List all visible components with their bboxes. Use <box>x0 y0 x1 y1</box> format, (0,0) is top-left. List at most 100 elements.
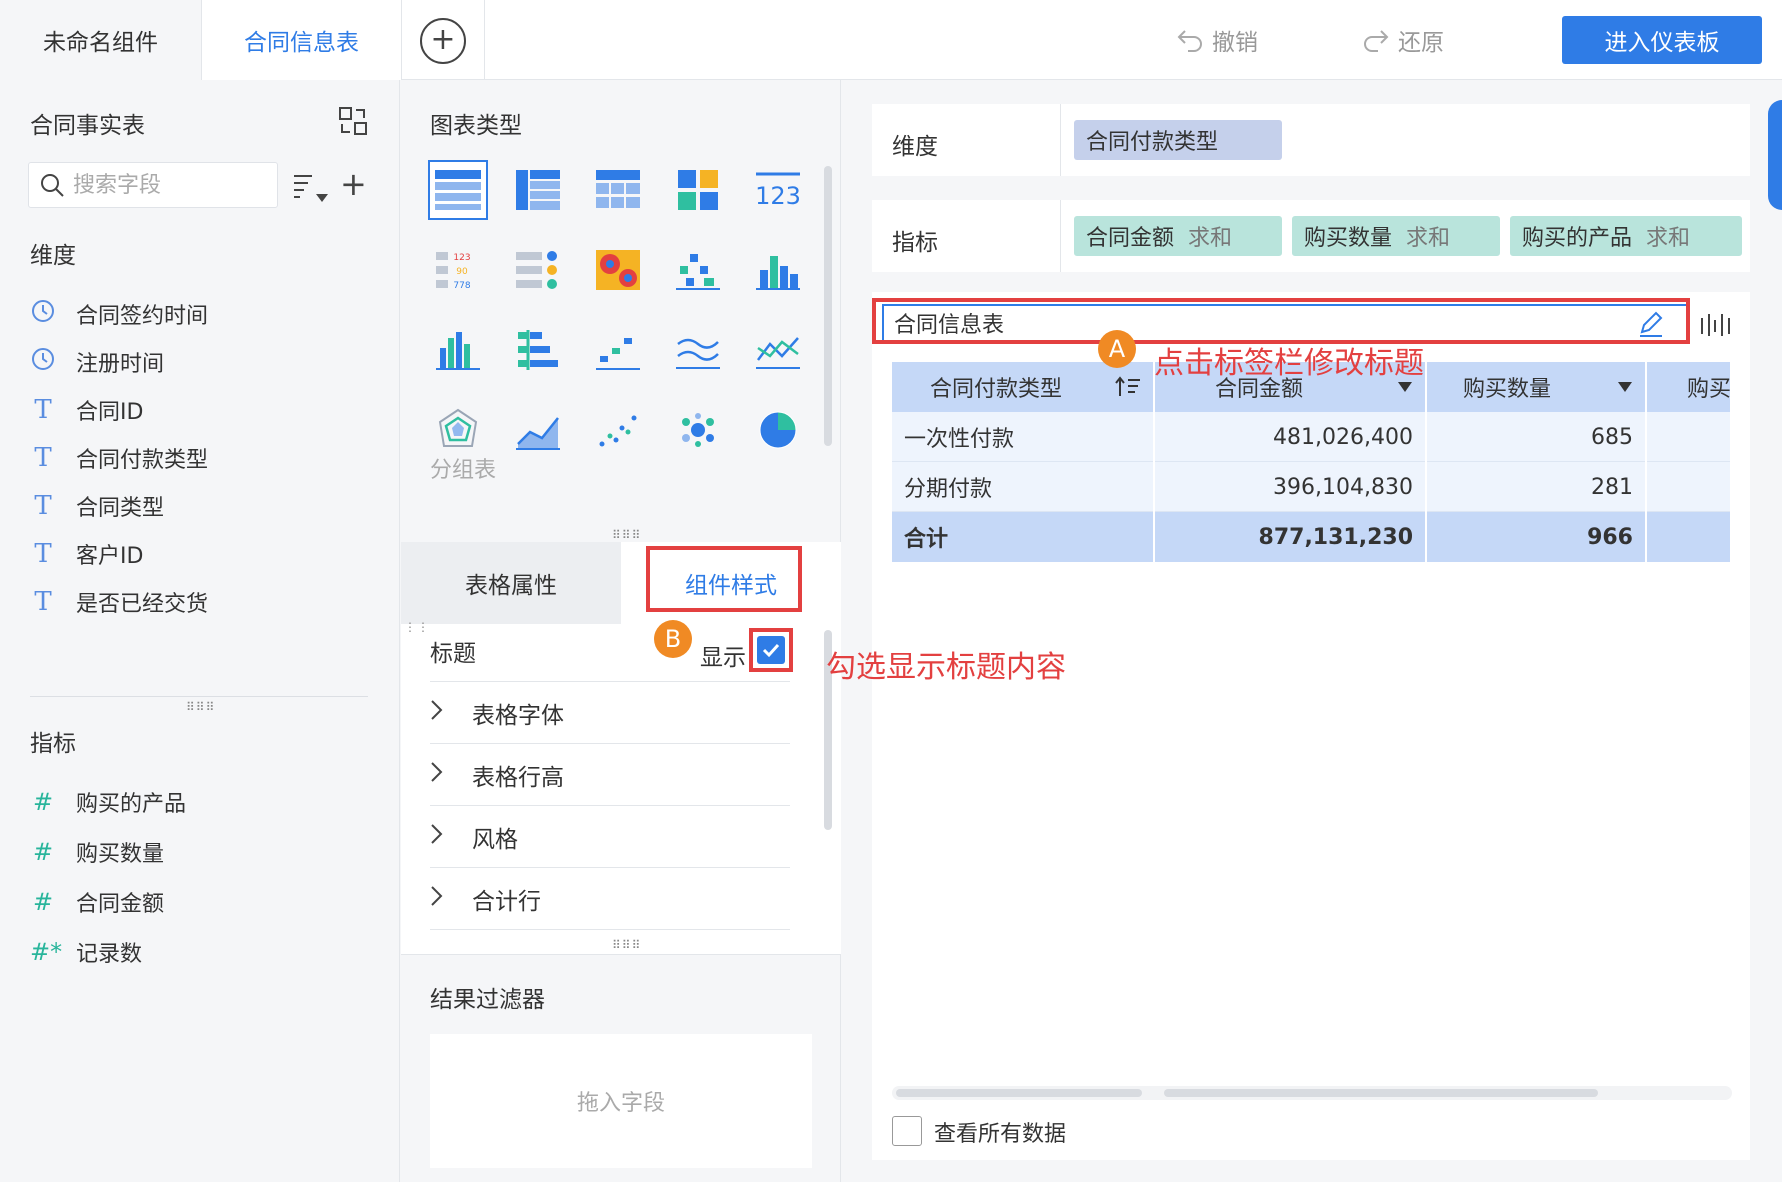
style-setting-label: 表格字体 <box>472 702 564 729</box>
chevron-right-icon <box>430 885 458 913</box>
drag-handle-icon[interactable]: ⠿⠿⠿ <box>612 528 641 542</box>
measure-pill-products[interactable]: 购买的产品 求和 <box>1510 216 1742 256</box>
dimension-field[interactable]: T 是否已经交货 <box>30 584 208 620</box>
radar-chart-icon[interactable] <box>428 400 488 460</box>
area-chart-icon[interactable] <box>508 400 568 460</box>
measure-pill-name: 购买的产品 <box>1522 226 1633 251</box>
table-cell <box>1647 412 1732 462</box>
text-type-icon: T <box>34 539 52 569</box>
table-header-cell[interactable]: 购买数量 <box>1427 362 1647 412</box>
table-header-cell[interactable]: 合同付款类型 <box>892 362 1155 412</box>
detail-table-chart-icon[interactable] <box>588 160 648 220</box>
dimension-pill[interactable]: 合同付款类型 <box>1074 120 1282 160</box>
number-type-icon: # <box>32 838 54 866</box>
table-header-cell[interactable]: 购买 <box>1647 362 1732 412</box>
drag-handle-icon[interactable]: ⠿⠿⠿ <box>612 938 641 952</box>
text-type-icon: T <box>34 395 52 425</box>
filter-drop-zone[interactable]: 拖入字段 <box>430 1034 812 1168</box>
measure-field[interactable]: # 购买数量 <box>30 834 164 870</box>
style-setting-row[interactable]: 表格行高 <box>430 744 790 806</box>
bar-display-icon[interactable] <box>1700 312 1732 338</box>
chevron-right-icon <box>430 823 458 851</box>
undo-button[interactable]: 撤销 <box>1176 22 1258 58</box>
table-cell: 966 <box>1427 512 1647 562</box>
measure-field[interactable]: # 购买的产品 <box>30 784 186 820</box>
dimension-field[interactable]: T 合同付款类型 <box>30 440 208 476</box>
grouped-table-chart-icon[interactable] <box>428 160 488 220</box>
text-kpi-chart-icon[interactable]: 123 90 778 <box>428 240 488 300</box>
dropdown-triangle-icon[interactable] <box>1397 381 1413 393</box>
dimension-field[interactable]: T 合同ID <box>30 392 143 428</box>
measure-pill-amount[interactable]: 合同金额 求和 <box>1074 216 1282 256</box>
horizontal-scrollbar-right[interactable] <box>1164 1089 1598 1097</box>
divider <box>484 0 485 80</box>
tab-table-properties[interactable]: 表格属性 <box>401 542 621 624</box>
style-setting-row[interactable]: 合计行 <box>430 868 790 930</box>
table-row[interactable]: 一次性付款 481,026,400 685 <box>892 412 1732 462</box>
line-chart-icon[interactable] <box>748 320 808 380</box>
pivot-table-chart-icon[interactable] <box>508 160 568 220</box>
scatter-chart-icon[interactable] <box>588 400 648 460</box>
heatmap-chart-icon[interactable] <box>588 240 648 300</box>
show-title-label: 显示 <box>700 645 746 671</box>
redo-icon <box>1364 30 1389 52</box>
header-label: 合同付款类型 <box>930 377 1063 402</box>
dimension-field[interactable]: 合同签约时间 <box>30 296 208 332</box>
drag-handle-icon[interactable]: ⋮⋮ <box>404 620 430 634</box>
measure-pill-agg: 求和 <box>1406 226 1451 251</box>
column-chart-icon[interactable] <box>748 240 808 300</box>
multi-column-chart-icon[interactable] <box>428 320 488 380</box>
sort-filter-icon[interactable] <box>292 170 332 206</box>
dimension-bar-label: 维度 <box>892 134 938 160</box>
dropdown-triangle-icon[interactable] <box>1617 381 1633 393</box>
add-tab-button[interactable]: + <box>420 18 466 64</box>
measure-field[interactable]: #* 记录数 <box>30 934 142 970</box>
text-type-icon: T <box>34 443 52 473</box>
add-field-icon[interactable]: + <box>340 166 367 202</box>
switch-dataset-icon[interactable] <box>338 106 368 136</box>
dimension-field[interactable]: T 客户ID <box>30 536 143 572</box>
view-all-data-checkbox[interactable] <box>892 1116 922 1146</box>
drag-handle-icon[interactable]: ⠿⠿⠿ <box>186 700 215 714</box>
table-row[interactable]: 分期付款 396,104,830 281 <box>892 462 1732 512</box>
measure-pill-agg: 求和 <box>1646 226 1691 251</box>
horizontal-scrollbar-left[interactable] <box>896 1089 1142 1097</box>
search-input[interactable] <box>73 172 253 198</box>
grouped-bar-chart-icon[interactable] <box>668 240 728 300</box>
style-setting-row[interactable]: 风格 <box>430 806 790 868</box>
dimension-field[interactable]: T 合同类型 <box>30 488 164 524</box>
field-label: 合同金额 <box>76 892 165 917</box>
measure-field[interactable]: # 合同金额 <box>30 884 164 920</box>
divider <box>401 954 841 955</box>
dimension-bar <box>872 104 1750 176</box>
kpi-indicator-chart-icon[interactable] <box>508 240 568 300</box>
search-box <box>28 162 278 208</box>
measure-section-label: 指标 <box>30 731 76 757</box>
text-type-icon: T <box>34 587 52 617</box>
area-line-chart-icon[interactable] <box>668 320 728 380</box>
side-panel-toggle[interactable] <box>1768 100 1782 210</box>
table-cell: 877,131,230 <box>1155 512 1427 562</box>
enter-dashboard-button[interactable]: 进入仪表板 <box>1562 16 1762 64</box>
tab-contract-info[interactable]: 合同信息表 <box>202 0 402 80</box>
style-setting-row[interactable]: 表格字体 <box>430 682 790 744</box>
sort-ascending-icon[interactable] <box>1115 376 1141 398</box>
step-chart-icon[interactable] <box>588 320 648 380</box>
dimension-field[interactable]: 注册时间 <box>30 344 164 380</box>
dataset-title: 合同事实表 <box>30 113 145 139</box>
measure-pill-quantity[interactable]: 购买数量 求和 <box>1292 216 1500 256</box>
table-cell <box>1647 462 1732 512</box>
field-label: 合同ID <box>76 400 144 425</box>
bubble-chart-icon[interactable] <box>668 400 728 460</box>
kpi-number-chart-icon[interactable]: 123 <box>748 160 808 220</box>
chart-types-scrollbar[interactable] <box>824 166 832 446</box>
color-table-chart-icon[interactable] <box>668 160 728 220</box>
tab-untitled-widget[interactable]: 未命名组件 <box>0 0 202 80</box>
header-label: 购买 <box>1687 377 1732 402</box>
pie-chart-icon[interactable] <box>748 400 808 460</box>
clock-icon <box>30 347 56 377</box>
redo-button[interactable]: 还原 <box>1362 22 1444 58</box>
table-total-row[interactable]: 合计 877,131,230 966 <box>892 512 1732 562</box>
horizontal-bar-chart-icon[interactable] <box>508 320 568 380</box>
field-label: 客户ID <box>76 544 144 569</box>
